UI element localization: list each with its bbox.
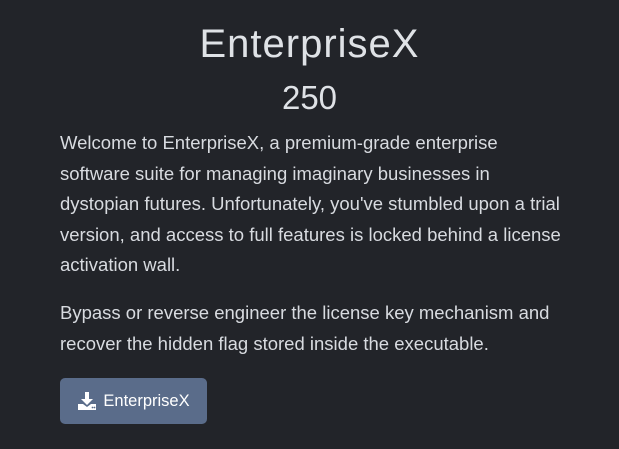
download-file-button[interactable]: EnterpriseX	[60, 378, 207, 424]
challenge-description-paragraph: Welcome to EnterpriseX, a premium-grade …	[60, 132, 561, 275]
challenge-panel: EnterpriseX 250 Welcome to EnterpriseX, …	[0, 0, 619, 449]
challenge-title: EnterpriseX	[199, 22, 420, 66]
challenge-points: 250	[281, 79, 338, 116]
challenge-description-paragraph: Bypass or reverse engineer the license k…	[60, 302, 550, 354]
download-button-label: EnterpriseX	[103, 391, 190, 410]
download-icon	[77, 391, 97, 411]
